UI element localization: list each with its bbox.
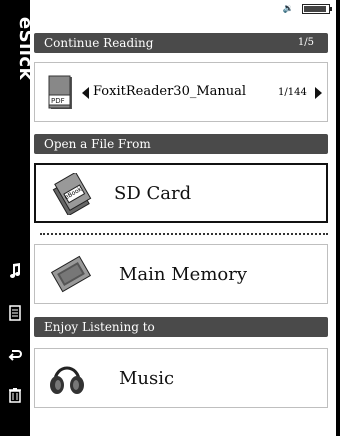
continue-reading-title: Continue Reading [44,36,154,50]
status-bar: 🔉 [282,4,332,14]
recent-book-card[interactable]: PDF FoxitReader30_Manual 1/144 [34,62,328,122]
home-screen: 🔉 Continue Reading 1/5 PDF FoxitReader30… [30,0,336,436]
next-book-arrow[interactable] [315,87,322,99]
open-file-title: Open a File From [44,137,151,151]
memory-icon [49,253,93,299]
open-file-header: Open a File From [34,134,328,154]
sd-card-label: SD Card [114,183,192,204]
listening-header: Enjoy Listening to [34,317,328,337]
main-memory-label: Main Memory [119,264,247,285]
headphones-icon [47,359,87,403]
book-page: 1/144 [278,87,307,98]
main-memory-option[interactable]: Main Memory [34,244,328,304]
pdf-icon-label: PDF [51,97,65,105]
reading-count: 1/5 [297,37,314,48]
pdf-icon: PDF [48,75,74,111]
prev-book-arrow[interactable] [82,87,89,99]
section-divider [40,233,328,235]
battery-fill [304,6,326,12]
continue-reading-header: Continue Reading 1/5 [34,33,328,53]
book-title: FoxitReader30_Manual [93,84,247,99]
back-arrow-icon[interactable] [6,346,24,364]
sd-card-option[interactable]: eBook SD Card [34,163,328,223]
device-sidebar: eSlick [0,0,36,436]
trash-icon[interactable] [6,386,24,404]
music-note-icon[interactable] [6,262,24,280]
music-option[interactable]: Music [34,348,328,408]
sd-card-icon: eBook [50,171,94,219]
listening-title: Enjoy Listening to [44,320,155,334]
volume-icon: 🔉 [282,4,294,14]
battery-icon [302,4,332,14]
document-icon[interactable] [6,304,24,322]
music-label: Music [119,368,175,389]
